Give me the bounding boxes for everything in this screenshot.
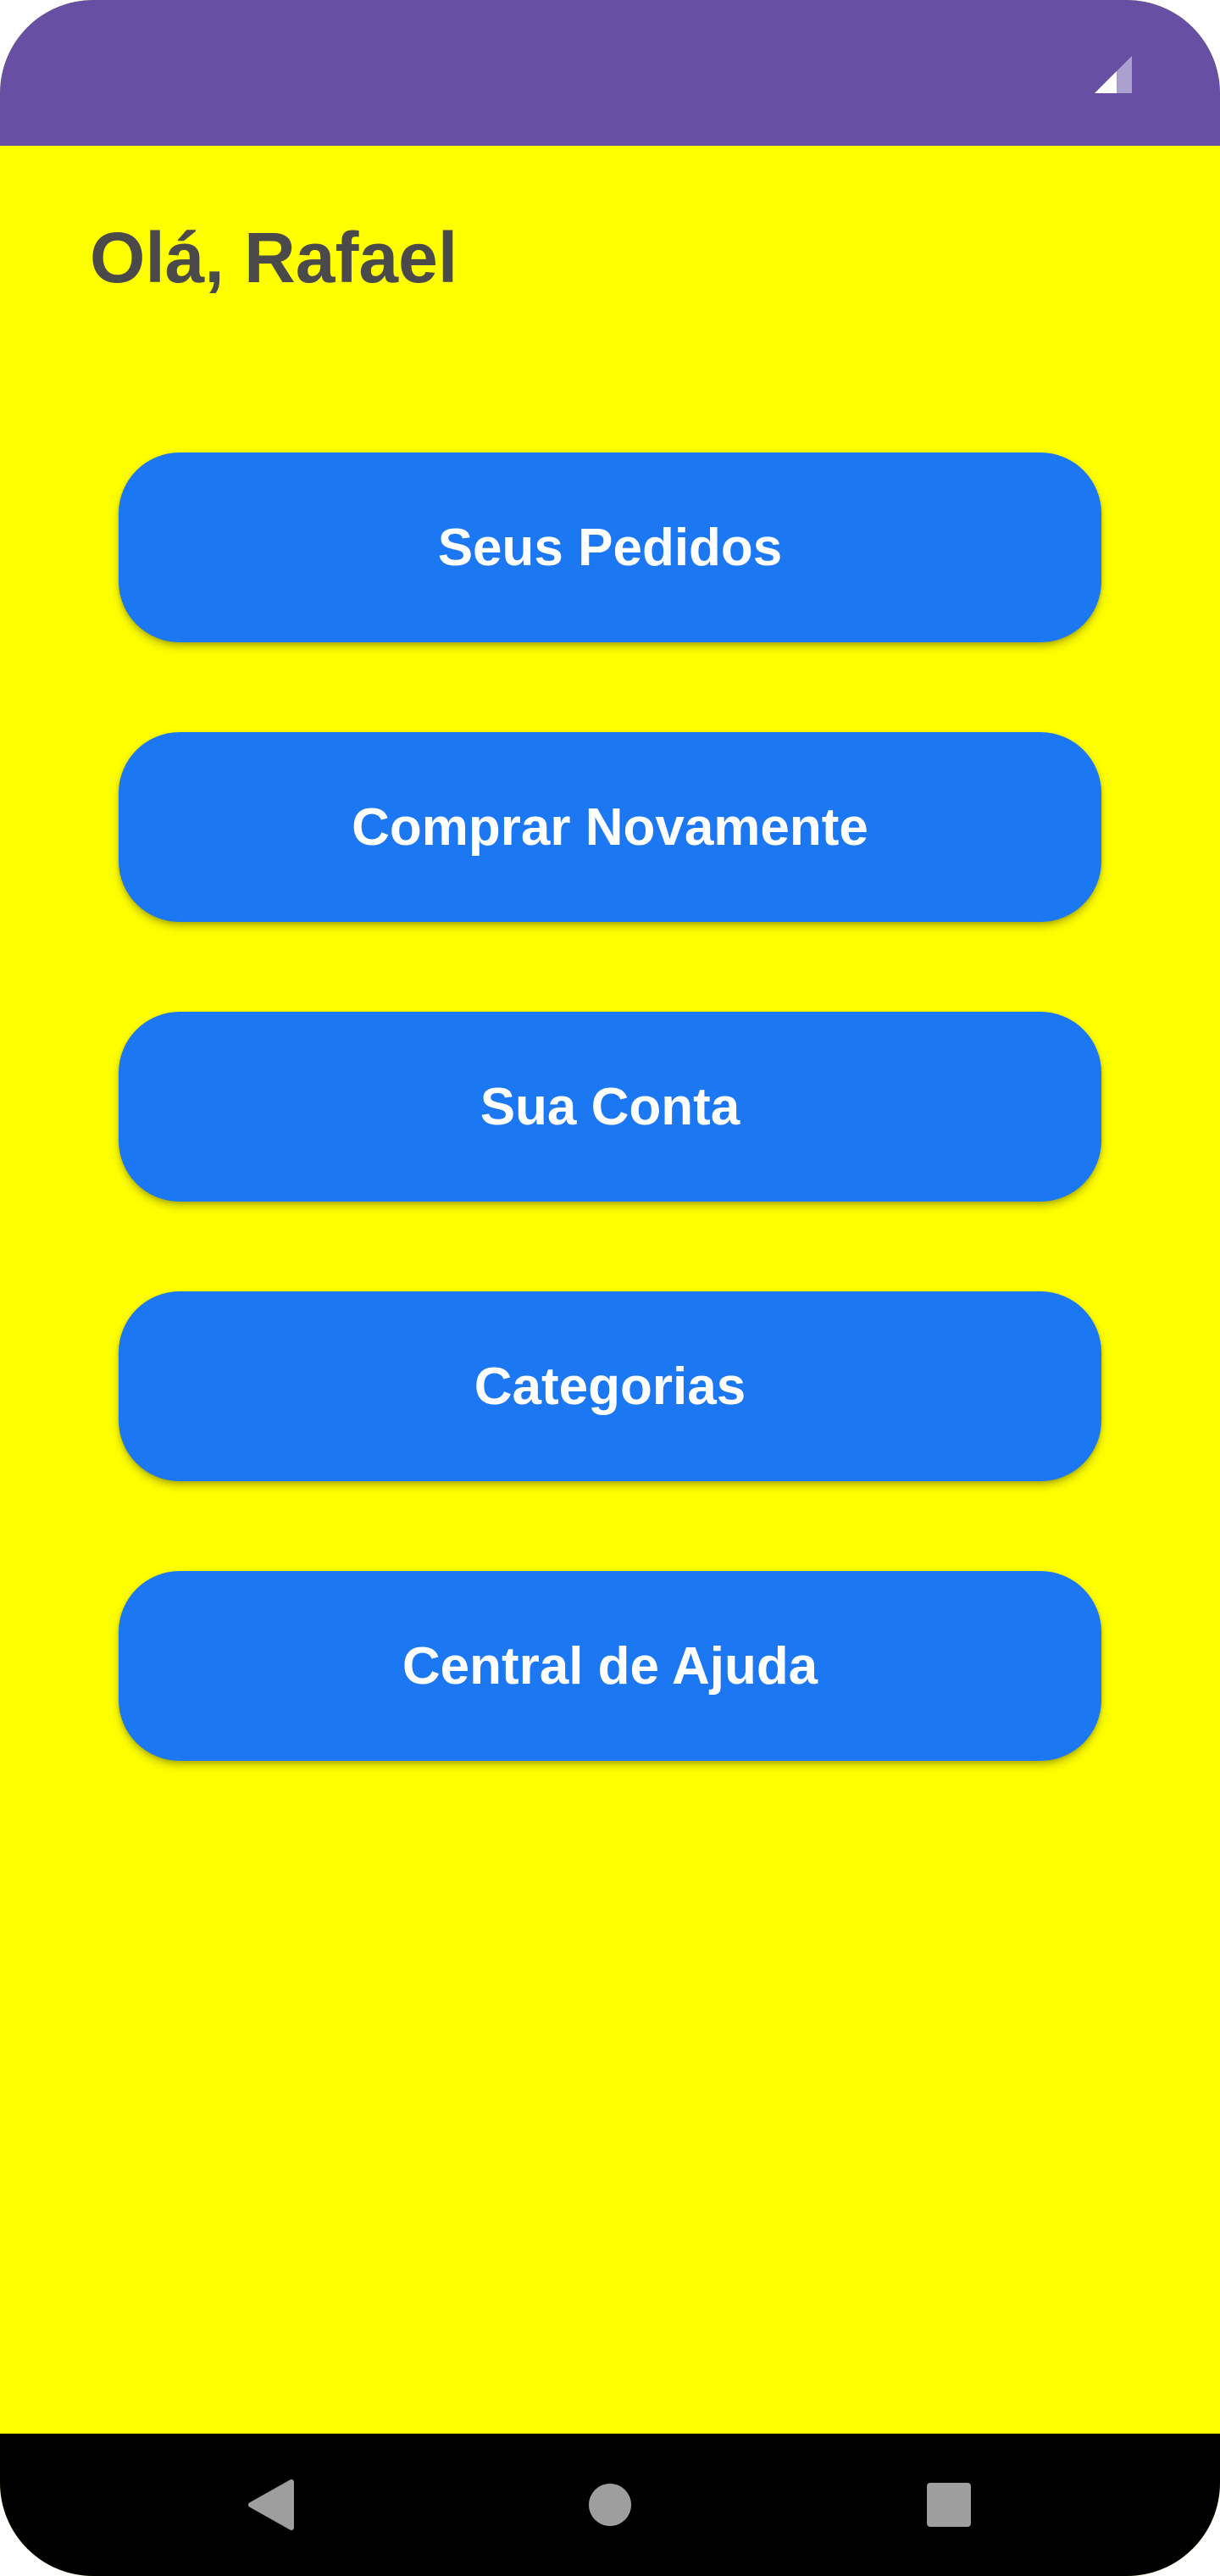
back-icon bbox=[248, 2479, 294, 2530]
home-icon bbox=[589, 2484, 631, 2526]
recents-icon bbox=[927, 2483, 971, 2527]
help-center-button[interactable]: Central de Ajuda bbox=[119, 1571, 1101, 1761]
buy-again-button[interactable]: Comprar Novamente bbox=[119, 732, 1101, 922]
orders-button[interactable]: Seus Pedidos bbox=[119, 452, 1101, 642]
nav-home-button[interactable] bbox=[542, 2434, 678, 2576]
nav-back-button[interactable] bbox=[203, 2434, 339, 2576]
greeting-title: Olá, Rafael bbox=[90, 218, 458, 297]
signal-icon bbox=[1095, 56, 1132, 93]
main-content: Olá, Rafael Seus Pedidos Comprar Novamen… bbox=[0, 146, 1220, 2434]
phone-screen: Olá, Rafael Seus Pedidos Comprar Novamen… bbox=[0, 0, 1220, 2576]
nav-recents-button[interactable] bbox=[881, 2434, 1017, 2576]
account-button[interactable]: Sua Conta bbox=[119, 1012, 1101, 1202]
navigation-bar bbox=[0, 2434, 1220, 2576]
status-bar bbox=[0, 0, 1220, 146]
categories-button[interactable]: Categorias bbox=[119, 1291, 1101, 1481]
